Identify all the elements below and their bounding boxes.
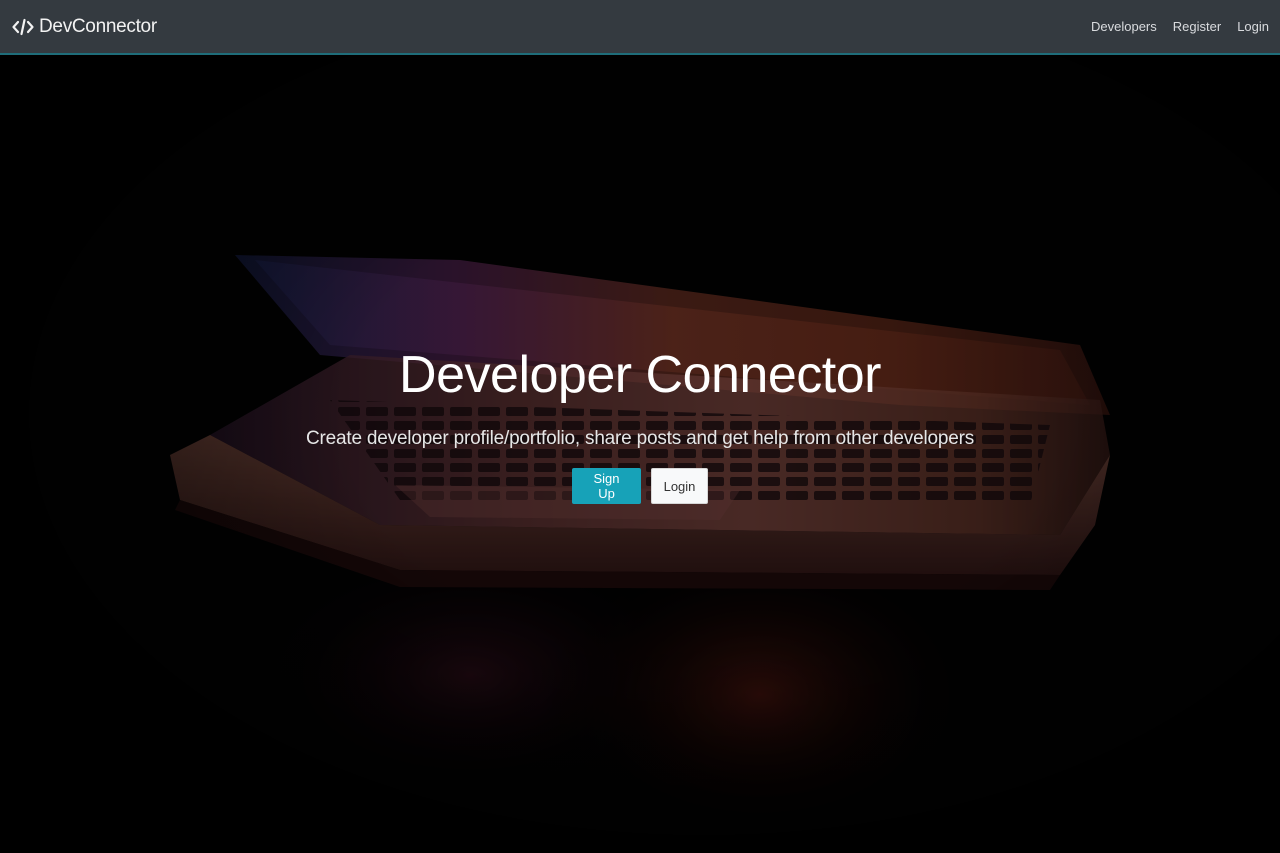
nav-link-login[interactable]: Login (1237, 19, 1269, 34)
nav-link-register[interactable]: Register (1173, 19, 1221, 34)
hero-buttons: Sign Up Login (0, 468, 1280, 504)
landing-page: DevConnector Developers Register Login D… (0, 0, 1280, 853)
login-button[interactable]: Login (651, 468, 708, 504)
code-icon (12, 18, 34, 36)
brand-link[interactable]: DevConnector (12, 16, 157, 38)
nav-link-developers[interactable]: Developers (1091, 19, 1157, 34)
hero-section: Developer Connector Create developer pro… (0, 340, 1280, 504)
nav-links: Developers Register Login (1075, 19, 1269, 34)
sign-up-button[interactable]: Sign Up (572, 468, 641, 504)
hero-title: Developer Connector (399, 346, 881, 404)
hero-lead: Create developer profile/portfolio, shar… (306, 428, 974, 449)
brand-text: DevConnector (39, 15, 157, 37)
navbar: DevConnector Developers Register Login (0, 0, 1280, 55)
